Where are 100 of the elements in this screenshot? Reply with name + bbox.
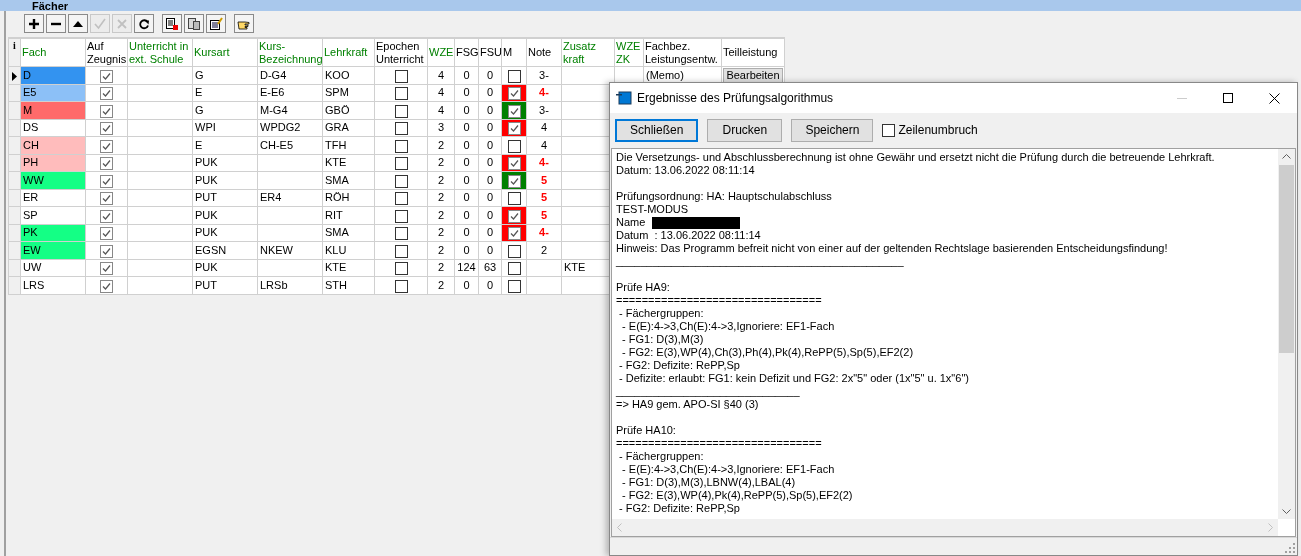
column-header[interactable]: Auf Zeugnis: [85, 38, 128, 67]
table-cell: 0: [478, 276, 502, 294]
checkmark-icon: [93, 16, 107, 31]
column-header[interactable]: Unterricht in ext. Schule: [127, 38, 193, 67]
checkbox[interactable]: [507, 192, 521, 206]
text-line: - FG1: D(3),M(3),LBNW(4),LBAL(4): [621, 476, 797, 489]
checkbox[interactable]: [100, 279, 113, 293]
table-cell: RIT: [322, 206, 375, 224]
copy-button[interactable]: [184, 14, 204, 33]
checkbox[interactable]: [507, 69, 521, 83]
text-line: Name: [616, 216, 646, 229]
checkbox[interactable]: [394, 192, 408, 206]
text-line: - FG2: E(3),WP(4),Pk(4),RePP(5),Sp(5),EF2(2): [621, 489, 854, 502]
checkbox[interactable]: [100, 139, 113, 153]
checkbox[interactable]: [507, 209, 521, 223]
table-cell: 4: [427, 101, 455, 119]
checkbox[interactable]: [394, 244, 408, 258]
table-cell: PUK: [192, 206, 258, 224]
table-cell: 0: [454, 84, 479, 102]
checkbox[interactable]: [100, 157, 113, 171]
checkbox[interactable]: [394, 69, 408, 83]
horizontal-scrollbar[interactable]: [612, 519, 1278, 536]
checkbox[interactable]: [507, 279, 521, 293]
checkbox[interactable]: [507, 244, 521, 258]
dialog-button[interactable]: Schließen: [615, 118, 699, 142]
checkbox[interactable]: [882, 123, 896, 137]
checkbox[interactable]: [394, 87, 408, 101]
checkbox[interactable]: [394, 122, 408, 136]
vertical-scrollbar[interactable]: [1278, 149, 1295, 519]
column-header[interactable]: M: [501, 38, 527, 67]
checkbox[interactable]: [507, 122, 521, 136]
refresh-button[interactable]: [134, 14, 154, 33]
grade-cell: 4-: [526, 84, 562, 102]
pointer-button[interactable]: [234, 14, 254, 33]
table-cell: 2: [427, 241, 455, 259]
checkbox[interactable]: [100, 104, 113, 118]
maximize-icon: [1223, 93, 1233, 103]
column-header[interactable]: Teilleistung: [721, 38, 785, 67]
checkbox[interactable]: [100, 122, 113, 136]
checkbox[interactable]: [507, 174, 521, 188]
scrollbar-thumb[interactable]: [1279, 165, 1294, 353]
checkbox[interactable]: [394, 209, 408, 223]
checkbox[interactable]: [507, 104, 521, 118]
column-header[interactable]: Zusatz kraft: [561, 38, 615, 67]
checkbox[interactable]: [100, 262, 113, 276]
table-cell: 4: [427, 66, 455, 84]
table-cell: 0: [478, 101, 502, 119]
panel-title: Fächer: [32, 1, 69, 11]
column-header[interactable]: Kursart: [192, 38, 258, 67]
column-header[interactable]: FSG: [454, 38, 479, 67]
checkbox[interactable]: [507, 87, 521, 101]
column-header[interactable]: Lehrkraft: [322, 38, 375, 67]
checkbox[interactable]: [394, 104, 408, 118]
checkbox[interactable]: [394, 262, 408, 276]
checkbox[interactable]: [507, 227, 521, 241]
checkbox[interactable]: [100, 174, 113, 188]
text-line: Prüfe HA10:: [616, 424, 677, 437]
checkbox[interactable]: [100, 87, 113, 101]
checkbox[interactable]: [507, 262, 521, 276]
resize-grip-icon[interactable]: [1285, 543, 1295, 553]
checkbox[interactable]: [100, 209, 113, 223]
move-up-button[interactable]: [68, 14, 88, 33]
checkbox[interactable]: [394, 279, 408, 293]
checkbox[interactable]: [100, 227, 113, 241]
table-cell: CH-E5: [257, 136, 323, 154]
text-line: Prüfungsordnung: HA: Hauptschulabschluss: [616, 190, 833, 203]
checkbox[interactable]: [507, 157, 521, 171]
plus-icon: [27, 16, 41, 31]
remove-button[interactable]: [46, 14, 66, 33]
add-button[interactable]: [24, 14, 44, 33]
table-cell: KTE: [322, 259, 375, 277]
column-header[interactable]: WZE ZK: [614, 38, 644, 67]
table-cell: 3: [427, 119, 455, 137]
checkbox[interactable]: [394, 227, 408, 241]
export-button[interactable]: [162, 14, 182, 33]
checkbox[interactable]: [100, 192, 113, 206]
column-header[interactable]: FSU: [478, 38, 502, 67]
checkbox[interactable]: [394, 139, 408, 153]
text-line: Datum: 13.06.2022 08:11:14: [616, 164, 756, 177]
table-cell: NKEW: [257, 241, 323, 259]
column-header[interactable]: Note: [526, 38, 562, 67]
table-cell: 0: [454, 206, 479, 224]
checkbox[interactable]: [507, 139, 521, 153]
dialog-button[interactable]: Drucken: [707, 118, 783, 142]
dialog-button[interactable]: Speichern: [791, 118, 874, 142]
checkbox[interactable]: [100, 69, 113, 83]
table-cell: PUK: [192, 259, 258, 277]
column-header[interactable]: Fach: [20, 38, 86, 67]
table-cell: EGSN: [192, 241, 258, 259]
text-line: - FG1: D(3),M(3): [621, 333, 705, 346]
checkbox[interactable]: [394, 157, 408, 171]
checkbox[interactable]: [394, 174, 408, 188]
checkbox[interactable]: [100, 244, 113, 258]
column-header[interactable]: Epochen Unterricht: [374, 38, 428, 67]
edit-button[interactable]: [206, 14, 226, 33]
table-cell: E: [192, 136, 258, 154]
column-header[interactable]: Fachbez. Leistungsentw.: [643, 38, 722, 67]
text-line: Die Versetzungs- und Abschlussberechnung ist ohne Gewähr und ersetzt nicht die Prüfung durch die betreuende Lehrkraft.: [616, 151, 1216, 164]
column-header[interactable]: WZE: [427, 38, 455, 67]
column-header[interactable]: Kurs-Bezeichnung: [257, 38, 323, 67]
